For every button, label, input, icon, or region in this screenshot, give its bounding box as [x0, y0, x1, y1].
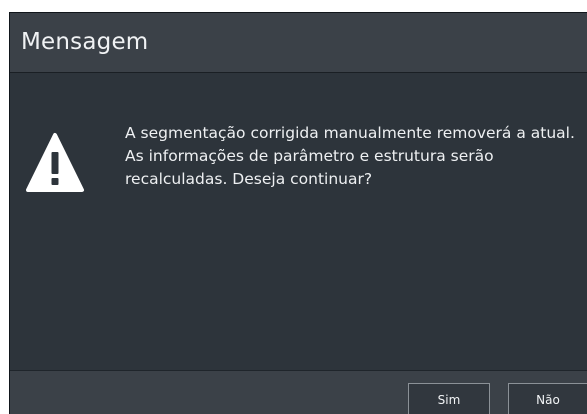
- dialog-footer: Sim Não: [10, 370, 587, 414]
- no-button[interactable]: Não: [508, 383, 587, 414]
- message-dialog: Mensagem A segmentação corrigida manualm…: [9, 12, 587, 414]
- yes-button[interactable]: Sim: [408, 383, 490, 414]
- dialog-title: Mensagem: [21, 29, 149, 55]
- warning-icon: [26, 133, 84, 192]
- dialog-message: A segmentação corrigida manualmente remo…: [125, 124, 575, 188]
- dialog-body: [10, 73, 587, 370]
- dialog-titlebar: Mensagem: [10, 13, 587, 73]
